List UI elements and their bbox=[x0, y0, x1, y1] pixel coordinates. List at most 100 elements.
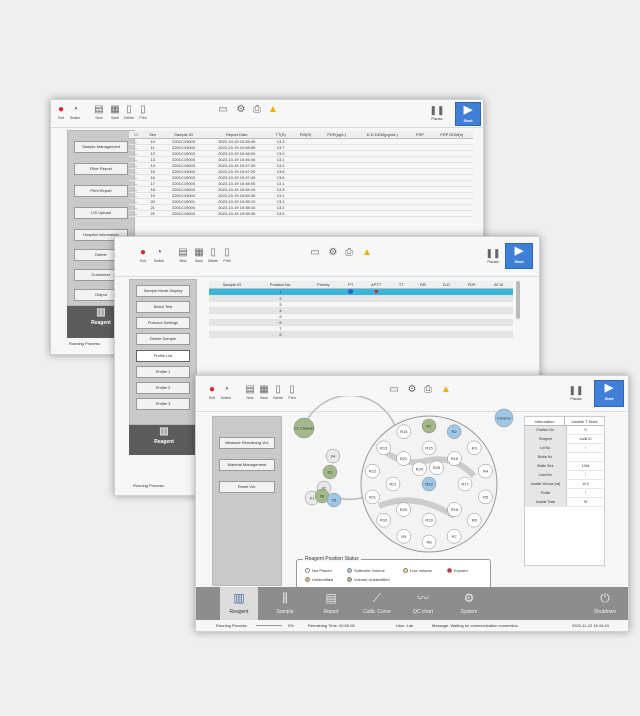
alert-button[interactable]: ▲ bbox=[359, 247, 375, 267]
table-cell[interactable] bbox=[306, 331, 341, 338]
start-button[interactable]: ▶ Start bbox=[594, 380, 624, 407]
column-header[interactable]: PT bbox=[340, 281, 362, 289]
column-header[interactable]: Sex bbox=[143, 131, 163, 139]
side-button[interactable]: Batch Test bbox=[136, 301, 190, 313]
reset-vol-button[interactable]: Reset Vol. bbox=[219, 481, 275, 493]
side-button[interactable]: Filter Report bbox=[74, 163, 128, 175]
side-button[interactable]: LIS Upload bbox=[74, 207, 128, 219]
side-button[interactable]: Profile 1 bbox=[136, 366, 190, 378]
nav-calib-curve[interactable]: ⟋ Calib. Curve bbox=[358, 587, 396, 620]
table-cell[interactable] bbox=[361, 331, 392, 338]
legend-title: Reagent Position Status bbox=[303, 556, 361, 562]
power-icon: ⏻ bbox=[600, 591, 610, 605]
scrollbar[interactable] bbox=[516, 281, 520, 319]
column-header[interactable]: FDP bbox=[458, 281, 485, 289]
table-row[interactable]: 1 bbox=[209, 288, 513, 296]
column-header[interactable]: TT(S) bbox=[268, 131, 293, 139]
table-cell[interactable] bbox=[340, 331, 362, 338]
user-label: User: Lab bbox=[396, 623, 414, 628]
table-cell[interactable] bbox=[361, 288, 392, 296]
pause-button[interactable]: ❚❚ Pause bbox=[429, 104, 445, 124]
table-cell[interactable] bbox=[306, 288, 341, 296]
nav-qc-chart[interactable]: 〰 QC chart bbox=[404, 587, 442, 620]
switch-button[interactable]: ◔ Switch bbox=[218, 384, 234, 404]
lis-button[interactable]: ▭ bbox=[215, 104, 231, 124]
tab-information[interactable]: Information bbox=[525, 417, 565, 425]
toolbar: ● Exit ◔ Switch ▤ New ▦ Save ▯ Delete ▯ Print … bbox=[51, 100, 483, 128]
side-button[interactable]: Profile 2 bbox=[136, 382, 190, 394]
row-checkbox[interactable]: – bbox=[129, 210, 144, 217]
column-header[interactable]: D-D DDM(μg/mL) bbox=[354, 131, 410, 139]
switch-button[interactable]: ◔ Switch bbox=[151, 247, 167, 267]
table-cell[interactable] bbox=[434, 288, 459, 296]
material-management-button[interactable]: Material Management bbox=[219, 459, 275, 471]
table-cell[interactable] bbox=[411, 331, 435, 338]
table-cell[interactable] bbox=[484, 288, 513, 296]
table-cell[interactable]: 8 bbox=[254, 331, 307, 338]
start-button[interactable]: ▶ Start bbox=[455, 102, 481, 126]
shutdown-button[interactable]: ⏻ Shutdown bbox=[586, 587, 624, 620]
column-header[interactable]: Sample ID bbox=[162, 131, 205, 139]
new-button[interactable]: ▤ New bbox=[91, 104, 107, 124]
inner-position-label: R7 bbox=[452, 534, 458, 539]
side-button[interactable]: Delete Sample bbox=[136, 333, 190, 345]
reagent-window: ● Exit ◔ Switch ▤ New ▦ Save ▯ Delete ▯ Print … bbox=[195, 375, 629, 632]
checkbox-header[interactable]: ☐ bbox=[129, 131, 144, 139]
exit-button[interactable]: ● Exit bbox=[135, 247, 151, 267]
start-button[interactable]: ▶ Start bbox=[505, 243, 533, 269]
column-header[interactable]: D-D bbox=[434, 281, 459, 289]
column-header[interactable]: AT-III bbox=[484, 281, 513, 289]
column-header[interactable]: FIB(S) bbox=[292, 131, 319, 139]
column-header[interactable]: APTT bbox=[361, 281, 392, 289]
side-button[interactable]: Sample Management bbox=[74, 141, 128, 153]
table-cell[interactable] bbox=[391, 288, 412, 296]
column-header[interactable]: Position No. bbox=[254, 281, 307, 289]
column-header[interactable]: TT bbox=[391, 281, 412, 289]
new-button[interactable]: ▤ New bbox=[175, 247, 191, 267]
nav-system[interactable]: ⚙ System bbox=[450, 587, 488, 620]
table-row[interactable]: 8 bbox=[209, 331, 513, 338]
alert-button[interactable]: ▲ bbox=[265, 104, 281, 124]
pause-button[interactable]: ❚❚ Pause bbox=[568, 384, 584, 404]
table-cell[interactable] bbox=[209, 288, 255, 296]
column-header[interactable]: FDP(μg/L) bbox=[318, 131, 355, 139]
side-button[interactable]: Print Report bbox=[74, 185, 128, 197]
table-cell[interactable] bbox=[209, 331, 255, 338]
printer-button[interactable]: ⎙ bbox=[341, 247, 357, 267]
table-cell[interactable] bbox=[411, 288, 435, 296]
print-button[interactable]: ▯ Print bbox=[135, 104, 151, 124]
table-cell[interactable]: 1 bbox=[254, 288, 307, 296]
column-header[interactable]: FDP DDM(s) bbox=[430, 131, 473, 139]
tool-button[interactable]: ⚙ bbox=[325, 247, 341, 267]
table-cell[interactable] bbox=[458, 331, 485, 338]
column-header[interactable]: Report Date bbox=[204, 131, 269, 139]
print-button[interactable]: ▯ Print bbox=[219, 247, 235, 267]
side-button[interactable]: Profile List bbox=[136, 350, 190, 362]
table-cell[interactable] bbox=[434, 331, 459, 338]
monitor-icon: ▭ bbox=[389, 384, 399, 395]
measure-remaining-vol-button[interactable]: Measure Remaining Vol. bbox=[219, 437, 275, 449]
table-cell[interactable] bbox=[391, 331, 412, 338]
tool-button[interactable]: ⚙ bbox=[233, 104, 249, 124]
inner-position-label: R11 bbox=[369, 494, 377, 499]
table-cell[interactable] bbox=[458, 288, 485, 296]
column-header[interactable]: FIB bbox=[411, 281, 435, 289]
nav-reagent[interactable]: ▥ Reagent bbox=[220, 587, 258, 620]
side-button[interactable]: Sample Mode Display bbox=[136, 285, 190, 297]
column-header[interactable]: FDP bbox=[409, 131, 431, 139]
printer-button[interactable]: ⎙ bbox=[249, 104, 265, 124]
nav-tab-reagent[interactable]: ▥ Reagent bbox=[129, 425, 199, 455]
lis-button[interactable]: ▭ bbox=[307, 247, 323, 267]
pause-button[interactable]: ❚❚ Pause bbox=[485, 247, 501, 267]
switch-button[interactable]: ◔ Switch bbox=[67, 104, 83, 124]
column-header[interactable]: Sample ID bbox=[209, 281, 255, 289]
side-button[interactable]: Protocol Settings bbox=[136, 317, 190, 329]
tab-usable-tests[interactable]: Usable T.Tests bbox=[565, 417, 604, 425]
nav-sample[interactable]: ⫼ Sample bbox=[266, 587, 304, 620]
table-row[interactable]: –22 2201C19004 2022-10-19 10:55:30 13.5 bbox=[129, 210, 473, 217]
side-button[interactable]: Profile 3 bbox=[136, 398, 190, 410]
nav-report[interactable]: ▤ Report bbox=[312, 587, 350, 620]
column-header[interactable]: Priority bbox=[306, 281, 341, 289]
table-cell[interactable] bbox=[484, 331, 513, 338]
table-cell[interactable] bbox=[340, 288, 362, 296]
